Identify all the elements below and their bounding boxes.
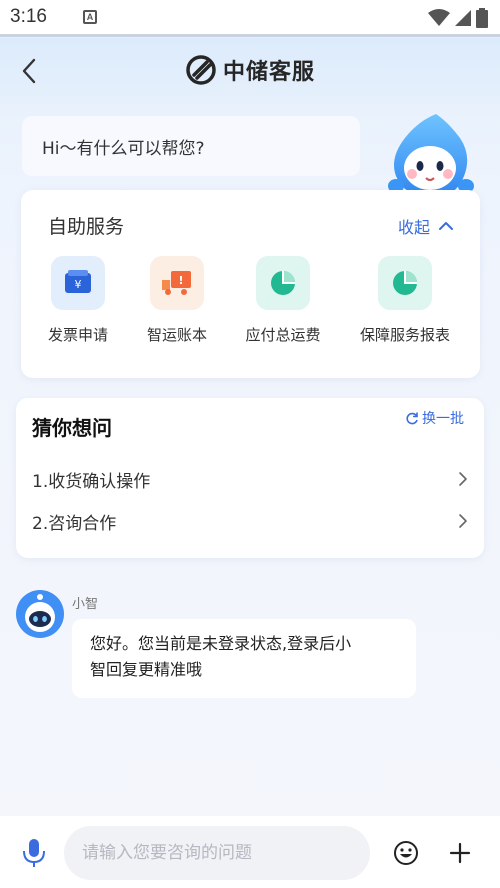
invoice-icon-wrap: ¥ — [51, 256, 105, 310]
pie-chart-icon — [271, 271, 295, 295]
page-title: 中储客服 — [222, 59, 315, 84]
bot-message-bubble: 您好。您当前是未登录状态,登录后小 智回复更精准哦 — [72, 619, 416, 698]
guess-title: 猜你想问 — [32, 416, 112, 440]
input-bar — [0, 816, 500, 888]
bot-avatar — [16, 590, 64, 638]
status-time: 3:16 — [10, 6, 47, 27]
greeting-bubble: Hi～有什么可以帮您? — [22, 116, 360, 176]
question-item[interactable]: 1.收货确认操作 — [32, 464, 468, 494]
refresh-icon — [406, 412, 418, 425]
collapse-label: 收起 — [397, 218, 430, 237]
question-label: 2.咨询合作 — [32, 513, 117, 534]
refresh-label: 换一批 — [422, 411, 464, 427]
service-payable-freight[interactable]: 应付总运费 — [223, 256, 343, 345]
service-label: 智运账本 — [146, 326, 207, 344]
service-label: 保障服务报表 — [359, 326, 450, 344]
pie-chart-icon — [393, 271, 417, 295]
notification-icon: A — [82, 10, 97, 24]
status-bar: 3:16 A — [0, 0, 500, 34]
self-service-title: 自助服务 — [48, 216, 125, 238]
header-title-group: 中储客服 — [0, 54, 500, 86]
svg-text:¥: ¥ — [75, 278, 82, 291]
bot-name: 小智 — [72, 597, 99, 612]
refresh-button[interactable]: 换一批 — [405, 408, 464, 428]
signal-icon — [455, 10, 471, 26]
invoice-icon: ¥ — [65, 270, 91, 293]
question-label: 1.收货确认操作 — [32, 471, 151, 492]
emoji-icon[interactable] — [393, 840, 419, 866]
service-guarantee-report[interactable]: 保障服务报表 — [345, 256, 465, 345]
collapse-button[interactable]: 收起 — [398, 214, 454, 238]
chevron-right-icon — [459, 514, 467, 528]
message-input[interactable] — [64, 826, 370, 880]
question-item[interactable]: 2.咨询合作 — [32, 506, 468, 536]
message-line: 您好。您当前是未登录状态,登录后小 — [90, 634, 352, 653]
service-label: 发票申请 — [47, 326, 108, 344]
message-line: 智回复更精准哦 — [90, 660, 203, 679]
plus-icon[interactable] — [447, 840, 473, 866]
status-divider — [0, 34, 500, 37]
chevron-up-icon — [439, 222, 453, 230]
self-service-card: 自助服务 收起 ¥ 发票申请 ! 智运账本 应付总运费 保障服务报表 — [21, 190, 480, 378]
greeting-text: Hi～有什么可以帮您? — [42, 138, 205, 159]
chevron-right-icon — [459, 472, 467, 486]
brand-logo-icon — [186, 55, 216, 85]
guess-card: 猜你想问 换一批 1.收货确认操作 2.咨询合作 — [16, 398, 484, 558]
pie-icon-wrap — [378, 256, 432, 310]
svg-text:!: ! — [178, 274, 183, 287]
truck-icon-wrap: ! — [150, 256, 204, 310]
wifi-icon — [428, 9, 450, 26]
service-label: 应付总运费 — [245, 326, 321, 344]
status-indicators — [428, 8, 488, 28]
app-header: 中储客服 — [0, 38, 500, 104]
pie-icon-wrap — [256, 256, 310, 310]
service-truck-ledger[interactable]: ! 智运账本 — [117, 256, 237, 345]
microphone-icon[interactable] — [20, 838, 48, 868]
battery-icon — [476, 8, 488, 28]
truck-ledger-icon: ! — [162, 271, 191, 295]
